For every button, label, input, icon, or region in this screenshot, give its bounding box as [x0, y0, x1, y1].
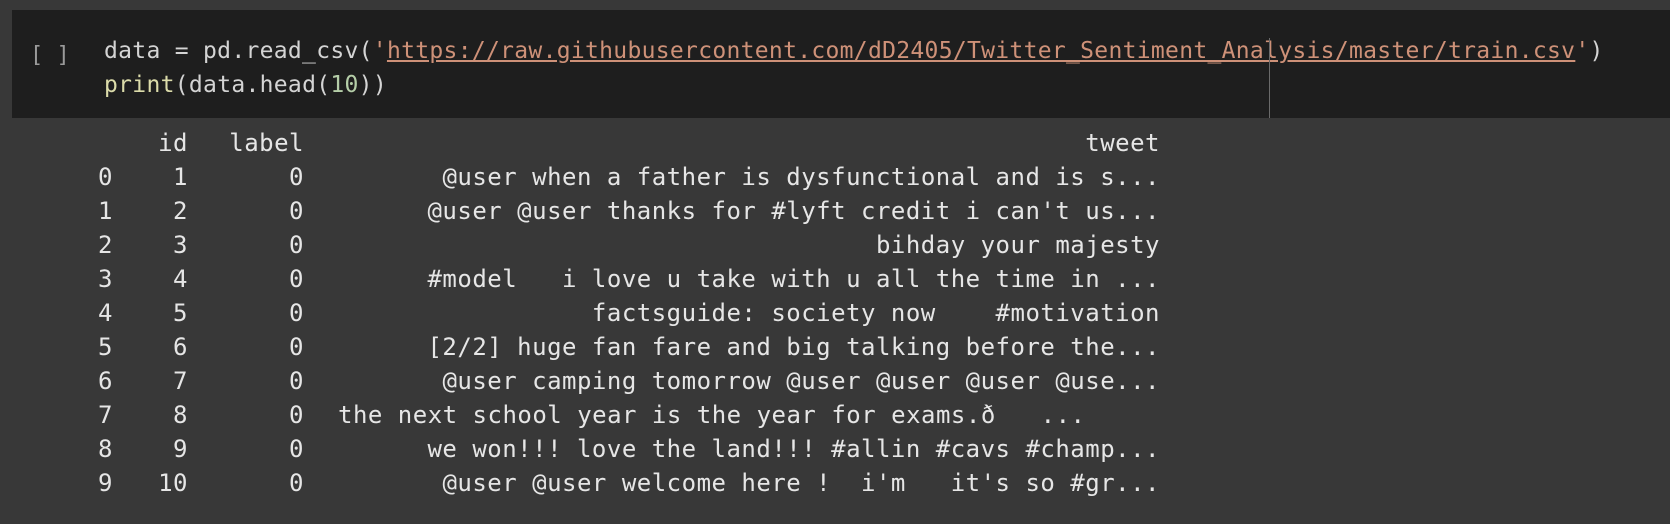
row-id: 9 — [173, 435, 188, 463]
row-tweet: #model i love u take with u all the time… — [427, 265, 1160, 293]
row-index: 8 — [98, 435, 113, 463]
code-number-literal: 10 — [330, 72, 359, 98]
row-id: 3 — [173, 231, 188, 259]
header-label: label — [229, 129, 304, 157]
row-label: 0 — [289, 333, 304, 361]
row-index: 1 — [98, 197, 113, 225]
code-url-link[interactable]: https://raw.githubusercontent.com/dD2405… — [387, 38, 1575, 64]
row-index: 9 — [98, 469, 113, 497]
run-indicator-label[interactable]: [ ] — [30, 36, 70, 76]
code-cell[interactable]: [ ] data = pd.read_csv('https://raw.gith… — [12, 10, 1670, 128]
cell-output: id label tweet 0 1 0 @user when a father… — [0, 118, 1670, 524]
code-read-csv-call: data = pd.read_csv( — [104, 38, 373, 64]
table-row: 5 6 0 [2/2] huge fan fare and big talkin… — [0, 330, 1670, 364]
row-id: 1 — [173, 163, 188, 191]
code-line-1[interactable]: data = pd.read_csv('https://raw.githubus… — [104, 34, 1604, 68]
row-tweet: we won!!! love the land!!! #allin #cavs … — [427, 435, 1160, 463]
row-label: 0 — [289, 367, 304, 395]
row-tweet: @user camping tomorrow @user @user @user… — [442, 367, 1160, 395]
row-index: 3 — [98, 265, 113, 293]
notebook-page: [ ] data = pd.read_csv('https://raw.gith… — [0, 0, 1670, 524]
row-index: 2 — [98, 231, 113, 259]
table-row: 1 2 0 @user @user thanks for #lyft credi… — [0, 194, 1670, 228]
row-label: 0 — [289, 299, 304, 327]
code-parens-close: )) — [358, 72, 387, 98]
row-id: 8 — [173, 401, 188, 429]
table-row: 4 5 0 factsguide: society now #motivatio… — [0, 296, 1670, 330]
run-cell-button[interactable]: [ ] — [30, 36, 90, 76]
table-row: 0 1 0 @user when a father is dysfunction… — [0, 160, 1670, 194]
row-index: 6 — [98, 367, 113, 395]
row-tweet: factsguide: society now #motivation — [591, 299, 1160, 327]
code-string-quote-open: ' — [372, 38, 387, 64]
header-id: id — [158, 129, 188, 157]
row-tweet: the next school year is the year for exa… — [338, 401, 1086, 429]
row-label: 0 — [289, 197, 304, 225]
row-index: 0 — [98, 163, 113, 191]
row-id: 10 — [158, 469, 188, 497]
row-id: 7 — [173, 367, 188, 395]
row-tweet: bihday your majesty — [875, 231, 1160, 259]
row-tweet: @user when a father is dysfunctional and… — [442, 163, 1160, 191]
code-paren-close: ) — [1589, 38, 1604, 64]
row-id: 6 — [173, 333, 188, 361]
table-row: 2 3 0 bihday your majesty — [0, 228, 1670, 262]
editor-ruler — [1269, 38, 1270, 128]
header-tweet: tweet — [1085, 129, 1160, 157]
table-row: 8 9 0 we won!!! love the land!!! #allin … — [0, 432, 1670, 466]
row-label: 0 — [289, 231, 304, 259]
code-string-quote-close: ' — [1575, 38, 1590, 64]
row-index: 5 — [98, 333, 113, 361]
table-row: 9 10 0 @user @user welcome here ! i'm it… — [0, 466, 1670, 500]
table-row: 6 7 0 @user camping tomorrow @user @user… — [0, 364, 1670, 398]
row-tweet: @user @user welcome here ! i'm it's so #… — [442, 469, 1160, 497]
row-label: 0 — [289, 163, 304, 191]
row-label: 0 — [289, 401, 304, 429]
row-tweet: [2/2] huge fan fare and big talking befo… — [427, 333, 1160, 361]
code-head-call: (data.head( — [174, 72, 331, 98]
output-header-row: id label tweet — [0, 126, 1670, 160]
row-id: 5 — [173, 299, 188, 327]
row-label: 0 — [289, 435, 304, 463]
row-tweet: @user @user thanks for #lyft credit i ca… — [427, 197, 1160, 225]
row-index: 4 — [98, 299, 113, 327]
table-row: 3 4 0 #model i love u take with u all th… — [0, 262, 1670, 296]
code-editor[interactable]: data = pd.read_csv('https://raw.githubus… — [104, 34, 1604, 102]
row-label: 0 — [289, 265, 304, 293]
code-line-2[interactable]: print(data.head(10)) — [104, 68, 1604, 102]
table-row: 7 8 0 the next school year is the year f… — [0, 398, 1670, 432]
code-print-function: print — [104, 72, 175, 98]
row-label: 0 — [289, 469, 304, 497]
row-id: 4 — [173, 265, 188, 293]
row-id: 2 — [173, 197, 188, 225]
row-index: 7 — [98, 401, 113, 429]
